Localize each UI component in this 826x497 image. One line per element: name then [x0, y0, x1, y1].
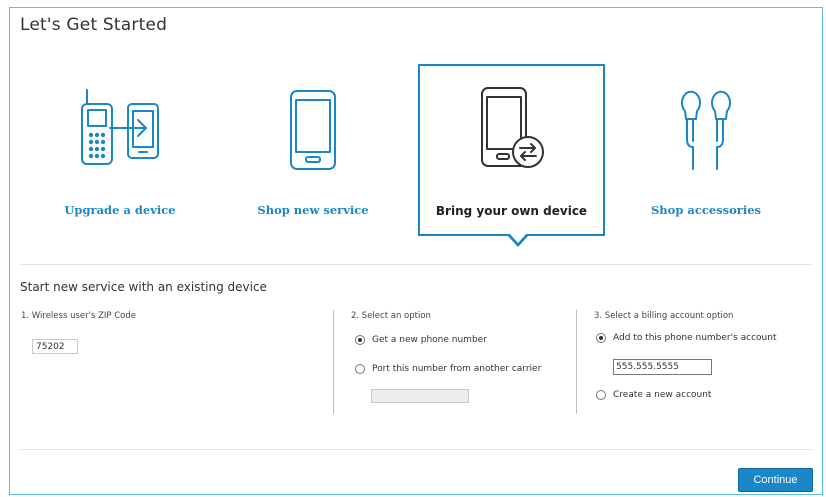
radio-button[interactable]	[355, 364, 365, 374]
radio-create-new-account[interactable]: Create a new account	[596, 390, 711, 400]
option-label: Shop accessories	[651, 203, 761, 217]
billing-heading: 3. Select a billing account option	[594, 311, 734, 321]
radio-add-to-account[interactable]: Add to this phone number's account	[596, 333, 777, 343]
port-number-input[interactable]	[371, 389, 469, 403]
zip-code-input[interactable]	[32, 339, 78, 354]
option-label: Bring your own device	[435, 204, 588, 218]
smartphone-icon	[290, 90, 336, 170]
radio-button[interactable]	[355, 335, 365, 345]
radio-label: Get a new phone number	[372, 335, 487, 345]
option-upgrade-device[interactable]: Upgrade a device	[26, 65, 214, 235]
radio-label: Add to this phone number's account	[613, 333, 777, 343]
selection-pointer	[507, 233, 529, 247]
radio-label: Port this number from another carrier	[372, 364, 542, 374]
radio-button[interactable]	[596, 333, 606, 343]
phone-transfer-icon	[480, 87, 544, 168]
billing-phone-input[interactable]	[613, 359, 712, 375]
section-title: Start new service with an existing devic…	[20, 280, 267, 294]
option-bring-your-own-device[interactable]: Bring your own device	[418, 64, 605, 247]
radio-label: Create a new account	[613, 390, 712, 400]
column-separator	[333, 310, 334, 414]
radio-button[interactable]	[596, 390, 606, 400]
earbuds-icon	[681, 90, 731, 170]
radio-port-number[interactable]: Port this number from another carrier	[355, 364, 541, 374]
option-cards: Upgrade a device Shop new service Bring …	[0, 0, 826, 270]
zip-heading: 1. Wireless user's ZIP Code	[21, 311, 137, 321]
option-label: Upgrade a device	[64, 203, 176, 217]
section-divider	[20, 264, 812, 265]
radio-get-new-number[interactable]: Get a new phone number	[355, 335, 487, 345]
option-shop-new-service[interactable]: Shop new service	[219, 65, 407, 235]
footer-divider	[20, 449, 812, 450]
continue-button[interactable]: Continue	[738, 468, 813, 492]
select-option-heading: 2. Select an option	[351, 311, 431, 321]
column-separator	[576, 310, 577, 414]
option-label: Shop new service	[257, 203, 369, 217]
option-shop-accessories[interactable]: Shop accessories	[612, 65, 800, 235]
upgrade-device-icon	[81, 89, 159, 165]
